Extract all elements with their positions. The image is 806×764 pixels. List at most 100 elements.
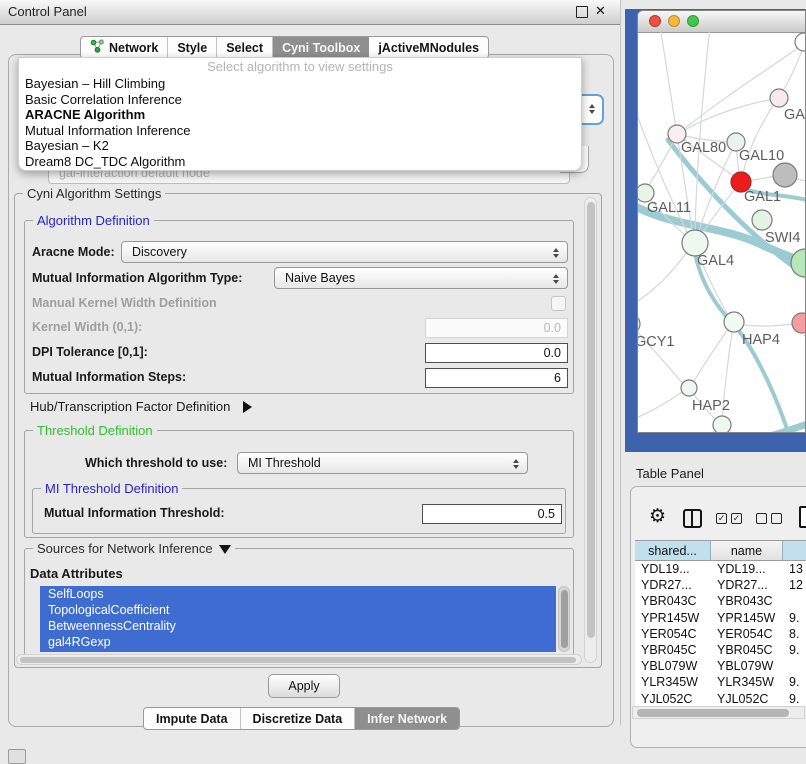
manual-kernel-checkbox[interactable]	[551, 296, 566, 311]
column-header-shared[interactable]: shared...	[635, 540, 711, 561]
tab-infer-network[interactable]: Infer Network	[355, 708, 459, 729]
algorithm-option[interactable]: Basic Correlation Inference	[19, 92, 581, 108]
minimize-traffic-light[interactable]	[668, 15, 680, 27]
apply-button[interactable]: Apply	[268, 674, 340, 698]
combo-stepper-icon[interactable]	[510, 456, 522, 472]
table-row[interactable]: YBR045CYBR045C9.	[635, 642, 806, 658]
zoom-traffic-light[interactable]	[687, 15, 699, 27]
mi-steps-input[interactable]: 6	[425, 368, 568, 388]
network-node-swi4[interactable]	[752, 210, 772, 230]
column-header-a[interactable]: A	[783, 540, 806, 561]
which-threshold-label: Which threshold to use:	[85, 456, 227, 470]
attribute-list-item[interactable]: SelfLoops	[40, 586, 556, 602]
checked-checkbox-icon[interactable]: ✓	[731, 513, 742, 524]
attributes-list-scrollbar[interactable]	[558, 586, 570, 652]
tab-cyni-toolbox[interactable]: Cyni Toolbox	[273, 37, 369, 58]
combo-stepper-icon[interactable]	[586, 101, 598, 117]
tab-style[interactable]: Style	[168, 37, 217, 58]
mi-type-label: Mutual Information Algorithm Type:	[32, 271, 242, 285]
tab-jactivemnodules[interactable]: jActiveMNodules	[369, 37, 488, 58]
attribute-list-item[interactable]: BetweennessCentrality	[40, 618, 556, 634]
table-row[interactable]: YPR145WYPR145W9.	[635, 610, 806, 626]
network-edge[interactable]	[738, 324, 794, 326]
settings-horizontal-scrollbar-thumb[interactable]	[20, 657, 576, 663]
algorithm-dropdown-items: Bayesian – Hill ClimbingBasic Correlatio…	[19, 76, 581, 170]
gear-icon[interactable]: ⚙	[649, 505, 666, 528]
close-panel-icon[interactable]: ✕	[595, 3, 606, 19]
table-cell: 12	[783, 577, 806, 593]
algorithm-option[interactable]: Bayesian – K2	[19, 138, 581, 154]
dpi-tolerance-input[interactable]: 0.0	[425, 343, 568, 363]
unchecked-checkbox-icon[interactable]	[771, 513, 782, 524]
table-cell: 9.	[783, 610, 806, 626]
network-window-titlebar[interactable]	[638, 11, 806, 33]
attributes-list-scrollbar-thumb[interactable]	[561, 590, 568, 648]
table-row[interactable]: YBL079WYBL079W	[635, 658, 806, 674]
table-row[interactable]: YBR043CYBR043C	[635, 593, 806, 609]
collapse-arrow-icon[interactable]	[243, 401, 252, 413]
table-horizontal-scrollbar-thumb[interactable]	[637, 709, 789, 717]
mi-steps-value: 6	[554, 371, 561, 385]
mi-type-combo[interactable]: Naive Bayes	[274, 267, 568, 289]
network-node-y[interactable]	[792, 313, 806, 333]
attribute-list-item[interactable]: TopologicalCoefficient	[40, 602, 556, 618]
sources-group-title-row[interactable]: Sources for Network Inference	[33, 541, 235, 556]
network-edge[interactable]	[638, 245, 692, 310]
table-cell: YLR345W	[711, 674, 783, 690]
network-edge[interactable]	[646, 136, 676, 191]
table-row[interactable]: YER054CYER054C8.	[635, 626, 806, 642]
column-header-name[interactable]: name	[711, 540, 783, 561]
network-edge[interactable]	[742, 100, 777, 179]
kernel-width-input[interactable]: 0.0	[425, 318, 568, 338]
algorithm-option[interactable]: ARACNE Algorithm	[19, 107, 581, 123]
network-node-hap2[interactable]	[681, 380, 697, 396]
attribute-list-item[interactable]: gal4RGexp	[40, 634, 556, 650]
table-cell: YBR045C	[635, 642, 711, 658]
apply-button-label: Apply	[288, 679, 319, 693]
algorithm-option[interactable]: Bayesian – Hill Climbing	[19, 76, 581, 92]
table-cell: YJL052C	[711, 691, 783, 707]
mi-threshold-input[interactable]: 0.5	[422, 504, 562, 524]
tab-label: Infer Network	[367, 712, 447, 726]
expand-arrow-icon[interactable]	[219, 545, 231, 554]
which-threshold-combo[interactable]: MI Threshold	[237, 452, 528, 474]
network-node[interactable]	[773, 163, 797, 187]
aracne-mode-combo[interactable]: Discovery	[121, 241, 568, 263]
settings-vertical-scrollbar-thumb[interactable]	[587, 202, 595, 638]
combo-stepper-icon[interactable]	[550, 245, 562, 261]
network-canvas[interactable]: GALGAL80GAL10GAL1GAL11SWI4GAL4GCY1HAP4YH…	[638, 32, 806, 433]
settings-vertical-scrollbar[interactable]	[584, 197, 597, 663]
tab-discretize-data[interactable]: Discretize Data	[241, 708, 356, 729]
network-edge[interactable]	[698, 144, 735, 234]
network-node-hap4[interactable]	[724, 312, 744, 332]
split-view-icon[interactable]	[683, 509, 702, 528]
network-node-gal[interactable]	[770, 89, 788, 107]
unchecked-checkbox-icon[interactable]	[756, 513, 767, 524]
page-icon[interactable]	[799, 506, 806, 528]
table-cell: YBL079W	[635, 658, 711, 674]
table-row[interactable]: YDL19...YDL19...13	[635, 561, 806, 577]
checked-checkbox-icon[interactable]: ✓	[716, 513, 727, 524]
network-node[interactable]	[713, 416, 731, 433]
float-panel-icon[interactable]	[576, 6, 588, 18]
table-row[interactable]: YJL052CYJL052C9.	[635, 691, 806, 707]
tab-select[interactable]: Select	[217, 37, 273, 58]
network-edge[interactable]	[680, 98, 779, 133]
network-node-gcy1[interactable]	[638, 315, 640, 333]
tab-network[interactable]: Network	[81, 37, 168, 58]
tab-impute-data[interactable]: Impute Data	[144, 708, 241, 729]
table-row[interactable]: YDR27...YDR27...12	[635, 577, 806, 593]
table-horizontal-scrollbar[interactable]	[632, 706, 805, 719]
settings-horizontal-scrollbar[interactable]	[16, 654, 582, 665]
algorithm-option[interactable]: Dream8 DC_TDC Algorithm	[19, 154, 581, 170]
control-panel-titlebar[interactable]: Control Panel ✕	[0, 0, 620, 25]
network-node[interactable]	[791, 249, 806, 277]
hub-tf-section-toggle[interactable]: Hub/Transcription Factor Definition	[30, 398, 252, 414]
table-row[interactable]: YLR345WYLR345W9.	[635, 674, 806, 690]
close-traffic-light[interactable]	[649, 15, 661, 27]
network-edge[interactable]	[638, 390, 685, 422]
algorithm-option[interactable]: Mutual Information Inference	[19, 123, 581, 139]
combo-stepper-icon[interactable]	[550, 271, 562, 287]
network-edge[interactable]	[692, 325, 731, 384]
mi-threshold-label: Mutual Information Threshold:	[44, 506, 225, 520]
